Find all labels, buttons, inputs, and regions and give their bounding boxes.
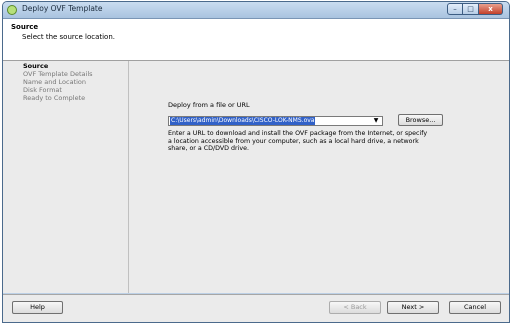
back-button[interactable]: < Back: [329, 301, 381, 314]
nav-item-disk-format[interactable]: Disk Format: [23, 86, 62, 94]
nav-item-ovf-template-details[interactable]: OVF Template Details: [23, 70, 93, 78]
source-path-combobox[interactable]: C:\Users\admin\Downloads\CISCO-LOK-NMS.o…: [168, 116, 383, 126]
page-subtitle: Select the source location.: [22, 33, 116, 41]
deploy-ovf-window: Deploy OVF Template – □ x Source Select …: [2, 1, 510, 323]
title-bar: Deploy OVF Template – □ x: [3, 2, 509, 19]
wizard-footer: Help < Back Next > Cancel: [3, 294, 509, 322]
chevron-down-icon[interactable]: ▼: [370, 117, 382, 125]
window-title: Deploy OVF Template: [22, 4, 103, 13]
close-button[interactable]: x: [479, 3, 503, 15]
nav-item-source[interactable]: Source: [23, 62, 48, 70]
window-controls: – □ x: [447, 3, 503, 15]
vsphere-app-icon: [7, 5, 17, 15]
source-help-text: Enter a URL to download and install the …: [168, 130, 428, 153]
wizard-body: Source OVF Template Details Name and Loc…: [3, 61, 509, 293]
next-button[interactable]: Next >: [387, 301, 439, 314]
maximize-button[interactable]: □: [463, 3, 479, 15]
minimize-button[interactable]: –: [447, 3, 463, 15]
browse-button[interactable]: Browse...: [398, 114, 443, 126]
help-button[interactable]: Help: [12, 301, 63, 314]
nav-item-ready-to-complete[interactable]: Ready to Complete: [23, 94, 85, 102]
nav-item-name-and-location[interactable]: Name and Location: [23, 78, 86, 86]
cancel-button[interactable]: Cancel: [449, 301, 501, 314]
page-title: Source: [11, 23, 39, 31]
wizard-header: Source Select the source location.: [3, 19, 509, 61]
source-path-value[interactable]: C:\Users\admin\Downloads\CISCO-LOK-NMS.o…: [170, 117, 316, 125]
main-content: Deploy from a file or URL C:\Users\admin…: [129, 61, 509, 293]
wizard-steps-nav: Source OVF Template Details Name and Loc…: [6, 61, 129, 293]
deploy-source-label: Deploy from a file or URL: [168, 101, 250, 109]
